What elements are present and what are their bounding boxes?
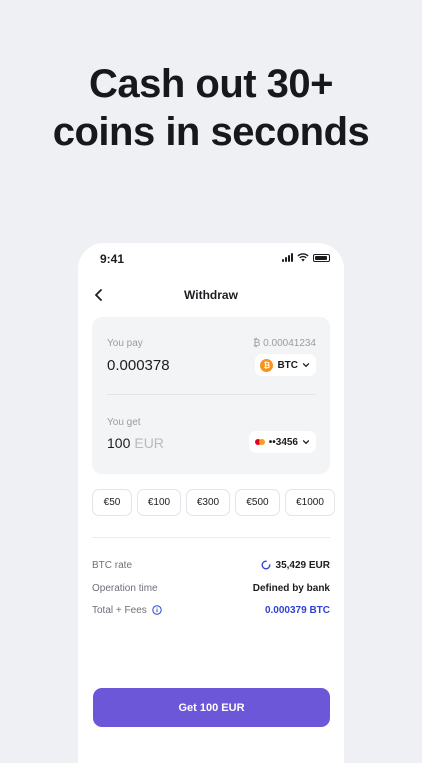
page-title: Withdraw [184, 288, 238, 302]
btc-rate-label: BTC rate [92, 559, 133, 571]
operation-time-label: Operation time [92, 582, 158, 594]
quick-amount-chip[interactable]: €500 [235, 489, 280, 516]
quick-amount-chip[interactable]: €300 [186, 489, 230, 516]
chevron-down-icon [302, 363, 310, 368]
quick-amount-chip[interactable]: €50 [92, 489, 132, 516]
operation-time-row: Operation time Defined by bank [92, 580, 330, 596]
total-fees-row: Total + Fees 0.000379 BTC [92, 602, 330, 618]
status-time: 9:41 [100, 252, 125, 266]
bitcoin-icon: ₿ [260, 358, 274, 372]
card-selector[interactable]: ••3456 [248, 431, 316, 453]
headline-line-2: coins in seconds [52, 110, 370, 154]
quick-amounts: €50 €100 €300 €500 €1000 [92, 489, 335, 516]
get-currency: EUR [134, 435, 164, 451]
nav-bar: Withdraw [78, 283, 344, 307]
get-amount-value: 100 [107, 435, 131, 451]
you-get-label: You get [107, 417, 141, 428]
quick-amount-chip[interactable]: €1000 [285, 489, 335, 516]
btc-rate-value-wrap: 35,429 EUR [261, 560, 330, 571]
get-amount-input[interactable]: 100 EUR [107, 435, 164, 451]
phone-screen: 9:41 Withdraw You pay ₿ 0.00041234 0.000… [78, 243, 344, 763]
wifi-icon [297, 253, 309, 262]
details-divider [92, 537, 330, 538]
status-bar: 9:41 [78, 243, 344, 273]
total-fees-label-wrap: Total + Fees [92, 605, 162, 616]
status-icons [282, 253, 330, 262]
pay-amount-input[interactable]: 0.000378 [107, 357, 170, 374]
total-fees-value: 0.000379 BTC [264, 604, 330, 616]
battery-icon [313, 253, 330, 262]
card-number: ••3456 [268, 436, 298, 448]
info-icon[interactable] [152, 605, 162, 615]
headline: Cash out 30+ coins in seconds [0, 60, 422, 156]
chevron-down-icon [302, 440, 310, 445]
signal-icon [282, 253, 293, 262]
refresh-spinner-icon [261, 560, 271, 570]
coin-symbol: BTC [277, 359, 298, 371]
btc-balance: ₿ 0.00041234 [252, 338, 316, 349]
quick-amount-chip[interactable]: €100 [137, 489, 181, 516]
you-pay-label: You pay [107, 338, 143, 349]
total-fees-label: Total + Fees [92, 604, 147, 616]
coin-selector[interactable]: ₿ BTC [255, 354, 316, 376]
headline-line-1: Cash out 30+ [88, 62, 334, 106]
get-eur-button[interactable]: Get 100 EUR [93, 688, 330, 727]
btc-rate-row: BTC rate 35,429 EUR [92, 557, 330, 573]
operation-time-value: Defined by bank [252, 582, 330, 594]
card-divider [107, 394, 316, 395]
mastercard-icon [254, 439, 265, 445]
btc-rate-value: 35,429 EUR [275, 559, 330, 571]
exchange-card: You pay ₿ 0.00041234 0.000378 ₿ BTC You … [92, 317, 330, 474]
